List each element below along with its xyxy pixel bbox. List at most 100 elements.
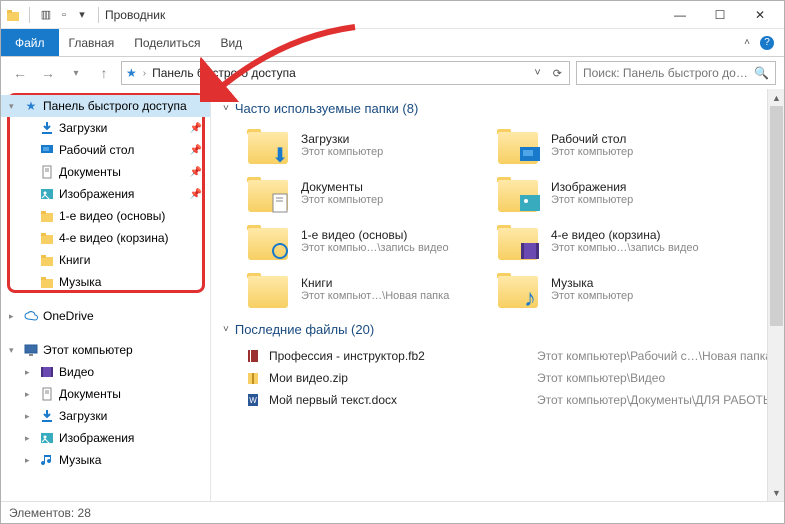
folder-name: 1-е видео (основы) <box>301 228 449 242</box>
folder-icon <box>495 172 541 214</box>
section-frequent[interactable]: ˅Часто используемые папки (8) <box>223 101 774 116</box>
search-box[interactable]: 🔍 <box>576 61 776 85</box>
folder-location: Этот компью…\запись видео <box>551 242 699 254</box>
tree-item-desktop[interactable]: Рабочий стол📌 <box>1 139 210 161</box>
documents-icon <box>39 386 55 402</box>
ribbon-tab-home[interactable]: Главная <box>59 29 125 56</box>
status-bar: Элементов: 28 <box>1 501 784 523</box>
recent-file-name: Мои видео.zip <box>269 371 529 385</box>
recent-file-path: Этот компьютер\Рабочий с…\Новая папка <box>537 349 774 363</box>
folder-location: Этот компьютер <box>301 146 383 158</box>
folder-location: Этот компьютер <box>551 146 633 158</box>
tree-pcitem-video[interactable]: ▸Видео <box>1 361 210 383</box>
tree-item-label: Книги <box>59 253 206 267</box>
maximize-button[interactable]: ☐ <box>700 1 740 29</box>
content-pane: ˅Часто используемые папки (8) ⬇ЗагрузкиЭт… <box>211 89 784 501</box>
recent-file-row[interactable]: WМой первый текст.docxЭтот компьютер\Док… <box>245 389 774 411</box>
recent-file-path: Этот компьютер\Видео <box>537 371 774 385</box>
forward-button[interactable]: → <box>37 62 59 84</box>
tree-item-label: 1-е видео (основы) <box>59 209 206 223</box>
tree-item-folder[interactable]: 4-е видео (корзина) <box>1 227 210 249</box>
search-icon[interactable]: 🔍 <box>754 66 769 80</box>
tree-pcitem-label: Изображения <box>59 431 206 445</box>
folder-name: Рабочий стол <box>551 132 633 146</box>
back-button[interactable]: ← <box>9 62 31 84</box>
minimize-button[interactable]: — <box>660 1 700 29</box>
tree-item-download[interactable]: Загрузки📌 <box>1 117 210 139</box>
tree-item-label: 4-е видео (корзина) <box>59 231 206 245</box>
folder-location: Этот компьют…\Новая папка <box>301 290 449 302</box>
window-title: Проводник <box>105 8 660 22</box>
tree-pcitem-images[interactable]: ▸Изображения <box>1 427 210 449</box>
folder-tile[interactable]: ⬇ЗагрузкиЭтот компьютер <box>245 124 475 166</box>
vertical-scrollbar[interactable]: ▲ ▼ <box>767 89 784 501</box>
search-input[interactable] <box>583 66 748 80</box>
tree-quickaccess[interactable]: ▾★Панель быстрого доступа <box>1 95 210 117</box>
none-overlay-icon <box>269 288 291 310</box>
tree-pcitem-documents[interactable]: ▸Документы <box>1 383 210 405</box>
tree-item-documents[interactable]: Документы📌 <box>1 161 210 183</box>
folder-icon <box>39 230 55 246</box>
folder-tile[interactable]: КнигиЭтот компьют…\Новая папка <box>245 268 475 310</box>
download-icon <box>39 408 55 424</box>
folder-tile[interactable]: 4-е видео (корзина)Этот компью…\запись в… <box>495 220 725 262</box>
folder-tile[interactable]: 1-е видео (основы)Этот компью…\запись ви… <box>245 220 475 262</box>
tree-item-folder[interactable]: 1-е видео (основы) <box>1 205 210 227</box>
qat-properties-icon[interactable]: ▥ <box>38 7 54 23</box>
folder-tile[interactable]: ♪МузыкаЭтот компьютер <box>495 268 725 310</box>
ribbon-tab-view[interactable]: Вид <box>210 29 252 56</box>
recent-locations-button[interactable]: ▾ <box>65 62 87 84</box>
ribbon-tab-share[interactable]: Поделиться <box>124 29 210 56</box>
recent-file-row[interactable]: Мои видео.zip Этот компьютер\Видео <box>245 367 774 389</box>
tree-item-label: Документы <box>59 165 186 179</box>
recent-file-name: Профессия - инструктор.fb2 <box>269 349 529 363</box>
breadcrumb[interactable]: Панель быстрого доступа <box>152 66 525 80</box>
folder-icon: ⬇ <box>245 124 291 166</box>
qat-new-folder-icon[interactable]: ▫ <box>56 7 72 23</box>
sync-overlay-icon <box>269 240 291 262</box>
tree-onedrive[interactable]: ▸OneDrive <box>1 305 210 327</box>
folder-name: Книги <box>301 276 449 290</box>
address-dropdown-icon[interactable]: ˅ <box>531 67 543 79</box>
folder-icon <box>495 220 541 262</box>
close-button[interactable]: ✕ <box>740 1 780 29</box>
pin-icon: 📌 <box>190 189 202 200</box>
address-bar[interactable]: ★ › Панель быстрого доступа ˅ ⟳ <box>121 61 570 85</box>
tree-pcitem-label: Загрузки <box>59 409 206 423</box>
ribbon-file-tab[interactable]: Файл <box>1 29 59 56</box>
scroll-thumb[interactable] <box>770 106 783 326</box>
folder-icon <box>495 124 541 166</box>
recent-file-path: Этот компьютер\Документы\ДЛЯ РАБОТЫ <box>537 393 774 407</box>
tree-item-images[interactable]: Изображения📌 <box>1 183 210 205</box>
ribbon-collapse-icon[interactable]: ˄ <box>744 37 750 48</box>
images-icon <box>39 430 55 446</box>
tree-item-folder[interactable]: Музыка <box>1 271 210 293</box>
navigation-tree[interactable]: ▾★Панель быстрого доступаЗагрузки📌Рабочи… <box>1 89 211 501</box>
up-button[interactable]: ↑ <box>93 62 115 84</box>
tree-thispc[interactable]: ▾Этот компьютер <box>1 339 210 361</box>
folder-tile[interactable]: ДокументыЭтот компьютер <box>245 172 475 214</box>
video-overlay-icon <box>519 240 541 262</box>
svg-text:W: W <box>249 396 257 405</box>
refresh-icon[interactable]: ⟳ <box>550 67 565 80</box>
tree-pcitem-download[interactable]: ▸Загрузки <box>1 405 210 427</box>
zip-icon <box>245 370 261 386</box>
scroll-up-icon[interactable]: ▲ <box>768 89 784 106</box>
recent-file-row[interactable]: Профессия - инструктор.fb2 Этот компьютер… <box>245 345 774 367</box>
tree-quickaccess-label: Панель быстрого доступа <box>43 99 206 113</box>
scroll-down-icon[interactable]: ▼ <box>768 484 784 501</box>
tree-item-folder[interactable]: Книги <box>1 249 210 271</box>
folder-tile[interactable]: Рабочий столЭтот компьютер <box>495 124 725 166</box>
chevron-down-icon: ˅ <box>223 103 229 114</box>
section-recent-label: Последние файлы (20) <box>235 322 374 337</box>
help-icon[interactable]: ? <box>760 36 774 50</box>
qat-dropdown-icon[interactable]: ▾ <box>74 7 90 23</box>
section-recent[interactable]: ˅Последние файлы (20) <box>223 322 774 337</box>
navigation-row: ← → ▾ ↑ ★ › Панель быстрого доступа ˅ ⟳ … <box>1 57 784 89</box>
folder-tile[interactable]: ИзображенияЭтот компьютер <box>495 172 725 214</box>
folder-name: 4-е видео (корзина) <box>551 228 699 242</box>
folder-icon <box>39 252 55 268</box>
images-overlay-icon <box>519 192 541 214</box>
tree-pcitem-music[interactable]: ▸Музыка <box>1 449 210 471</box>
folder-icon <box>39 208 55 224</box>
